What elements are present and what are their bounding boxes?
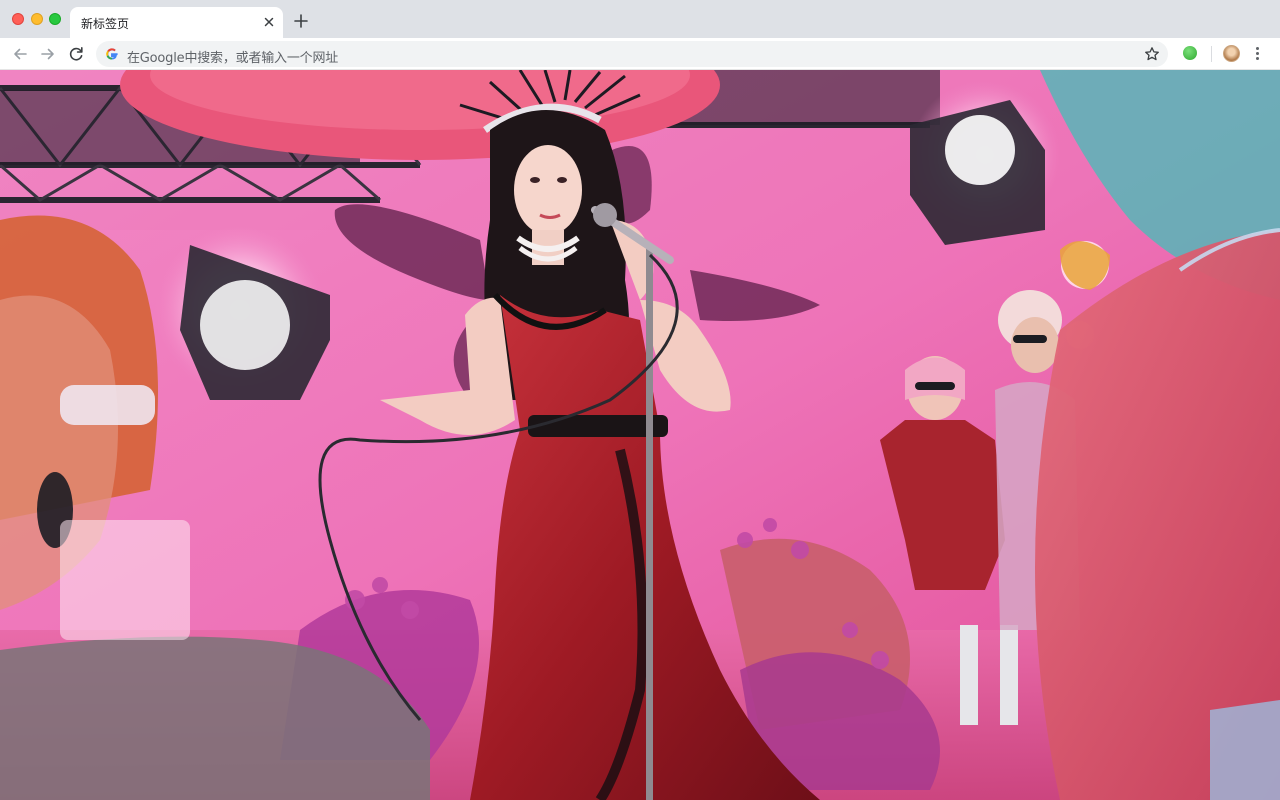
search-placeholder: 在Google中搜索，或者输入一个网址: [127, 51, 339, 66]
tab-new-tab[interactable]: 新标签页: [70, 7, 283, 38]
toolbar: 在Google中搜索，或者输入一个网址: [0, 38, 1280, 70]
window-maximize-button[interactable]: [49, 13, 61, 25]
toolbar-divider: [1211, 46, 1212, 62]
new-tab-plus-icon[interactable]: [292, 12, 310, 30]
window-minimize-button[interactable]: [31, 13, 43, 25]
reload-icon[interactable]: [66, 44, 86, 64]
more-menu-icon[interactable]: [1252, 45, 1262, 63]
forward-arrow-icon[interactable]: [38, 44, 58, 64]
tab-title: 新标签页: [81, 17, 130, 31]
star-icon[interactable]: [1144, 46, 1160, 62]
tab-strip: 新标签页: [0, 0, 1280, 38]
wallpaper-illustration: [0, 70, 1280, 800]
window-close-button[interactable]: [12, 13, 24, 25]
back-arrow-icon[interactable]: [10, 44, 30, 64]
google-g-icon: [106, 48, 118, 60]
green-extension-icon[interactable]: [1183, 46, 1197, 60]
profile-avatar[interactable]: [1223, 45, 1240, 62]
new-tab-background-image: [0, 70, 1280, 800]
close-icon[interactable]: [261, 14, 277, 30]
address-bar[interactable]: 在Google中搜索，或者输入一个网址: [96, 41, 1168, 67]
